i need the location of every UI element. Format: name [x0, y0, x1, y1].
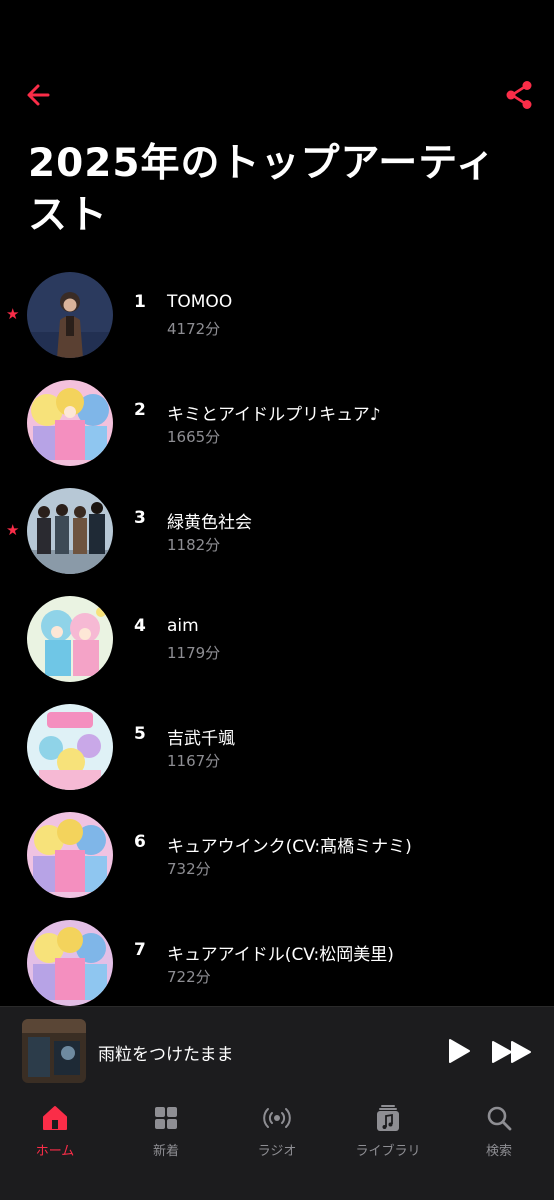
- album-artwork: [22, 1019, 86, 1083]
- listening-minutes: 722分: [167, 968, 211, 986]
- fast-forward-icon: [492, 1041, 531, 1063]
- play-icon: [449, 1039, 470, 1063]
- artist-avatar: [27, 920, 113, 1006]
- arrow-left-icon: [27, 84, 50, 106]
- library-icon: [377, 1105, 399, 1131]
- listening-minutes: 1182分: [167, 536, 221, 554]
- rank-number: 7: [134, 940, 146, 960]
- artist-row[interactable]: ★ 3 緑黄色社会 1182分: [0, 488, 554, 596]
- artist-avatar: [27, 488, 113, 574]
- artist-avatar: [27, 380, 113, 466]
- listening-minutes: 4172分: [167, 320, 221, 338]
- artist-row[interactable]: 6 キュアウインク(CV:髙橋ミナミ) 732分: [0, 812, 554, 920]
- tab-library[interactable]: ライブラリ: [333, 1103, 443, 1163]
- rank-number: 3: [134, 508, 146, 528]
- back-button[interactable]: [22, 78, 56, 112]
- artist-row[interactable]: 2 キミとアイドルプリキュア♪ 1665分: [0, 380, 554, 488]
- tab-label: ライブラリ: [355, 1144, 421, 1159]
- artist-avatar: [27, 272, 113, 358]
- rank-number: 4: [134, 616, 146, 636]
- rank-number: 1: [134, 292, 146, 312]
- top-bar: [0, 70, 554, 120]
- fast-forward-button[interactable]: [490, 1039, 534, 1065]
- artist-name: TOMOO: [167, 292, 233, 312]
- page-title: 2025年のトップアーティスト: [28, 141, 496, 238]
- artist-row[interactable]: 4 aim 1179分: [0, 596, 554, 704]
- tab-label: 検索: [485, 1144, 512, 1159]
- tab-radio[interactable]: ラジオ: [222, 1103, 332, 1163]
- home-icon: [43, 1106, 67, 1130]
- listening-minutes: 1179分: [167, 644, 221, 662]
- star-icon: ★: [6, 305, 20, 323]
- artist-list: ★ 1 TOMOO 4172分 2 キミとアイドルプリキュア♪ 1665分 ★ …: [0, 272, 554, 1028]
- artist-avatar: [27, 812, 113, 898]
- artist-name: 吉武千颯: [167, 729, 235, 749]
- tab-home[interactable]: ホーム: [0, 1103, 110, 1163]
- listening-minutes: 732分: [167, 860, 211, 878]
- now-playing-title: 雨粒をつけたまま: [98, 1045, 234, 1065]
- listening-minutes: 1167分: [167, 752, 221, 770]
- mini-player[interactable]: 雨粒をつけたまま: [0, 1006, 554, 1096]
- tab-bar: ホーム 新着 ラジオ ライブラリ 検索: [0, 1095, 554, 1200]
- artist-avatar: [27, 704, 113, 790]
- artist-name: キュアアイドル(CV:松岡美里): [167, 945, 394, 965]
- share-icon: [506, 81, 532, 109]
- rank-number: 2: [134, 400, 146, 420]
- listening-minutes: 1665分: [167, 428, 221, 446]
- artist-row[interactable]: 5 吉武千颯 1167分: [0, 704, 554, 812]
- artist-avatar: [27, 596, 113, 682]
- star-icon: ★: [6, 521, 20, 539]
- tab-label: ラジオ: [257, 1144, 297, 1159]
- radio-icon: [263, 1108, 291, 1128]
- tab-search[interactable]: 検索: [444, 1103, 554, 1163]
- tab-label: ホーム: [35, 1144, 75, 1159]
- artist-row[interactable]: ★ 1 TOMOO 4172分: [0, 272, 554, 380]
- tab-new[interactable]: 新着: [111, 1103, 221, 1163]
- artist-name: aim: [167, 616, 199, 636]
- tab-label: 新着: [152, 1144, 179, 1159]
- artist-name: キュアウインク(CV:髙橋ミナミ): [167, 837, 412, 857]
- share-button[interactable]: [502, 78, 536, 112]
- search-icon: [487, 1106, 512, 1131]
- rank-number: 5: [134, 724, 146, 744]
- play-button[interactable]: [444, 1037, 472, 1065]
- artist-name: キミとアイドルプリキュア♪: [167, 405, 381, 425]
- grid-icon: [155, 1107, 177, 1129]
- artist-name: 緑黄色社会: [167, 513, 252, 533]
- rank-number: 6: [134, 832, 146, 852]
